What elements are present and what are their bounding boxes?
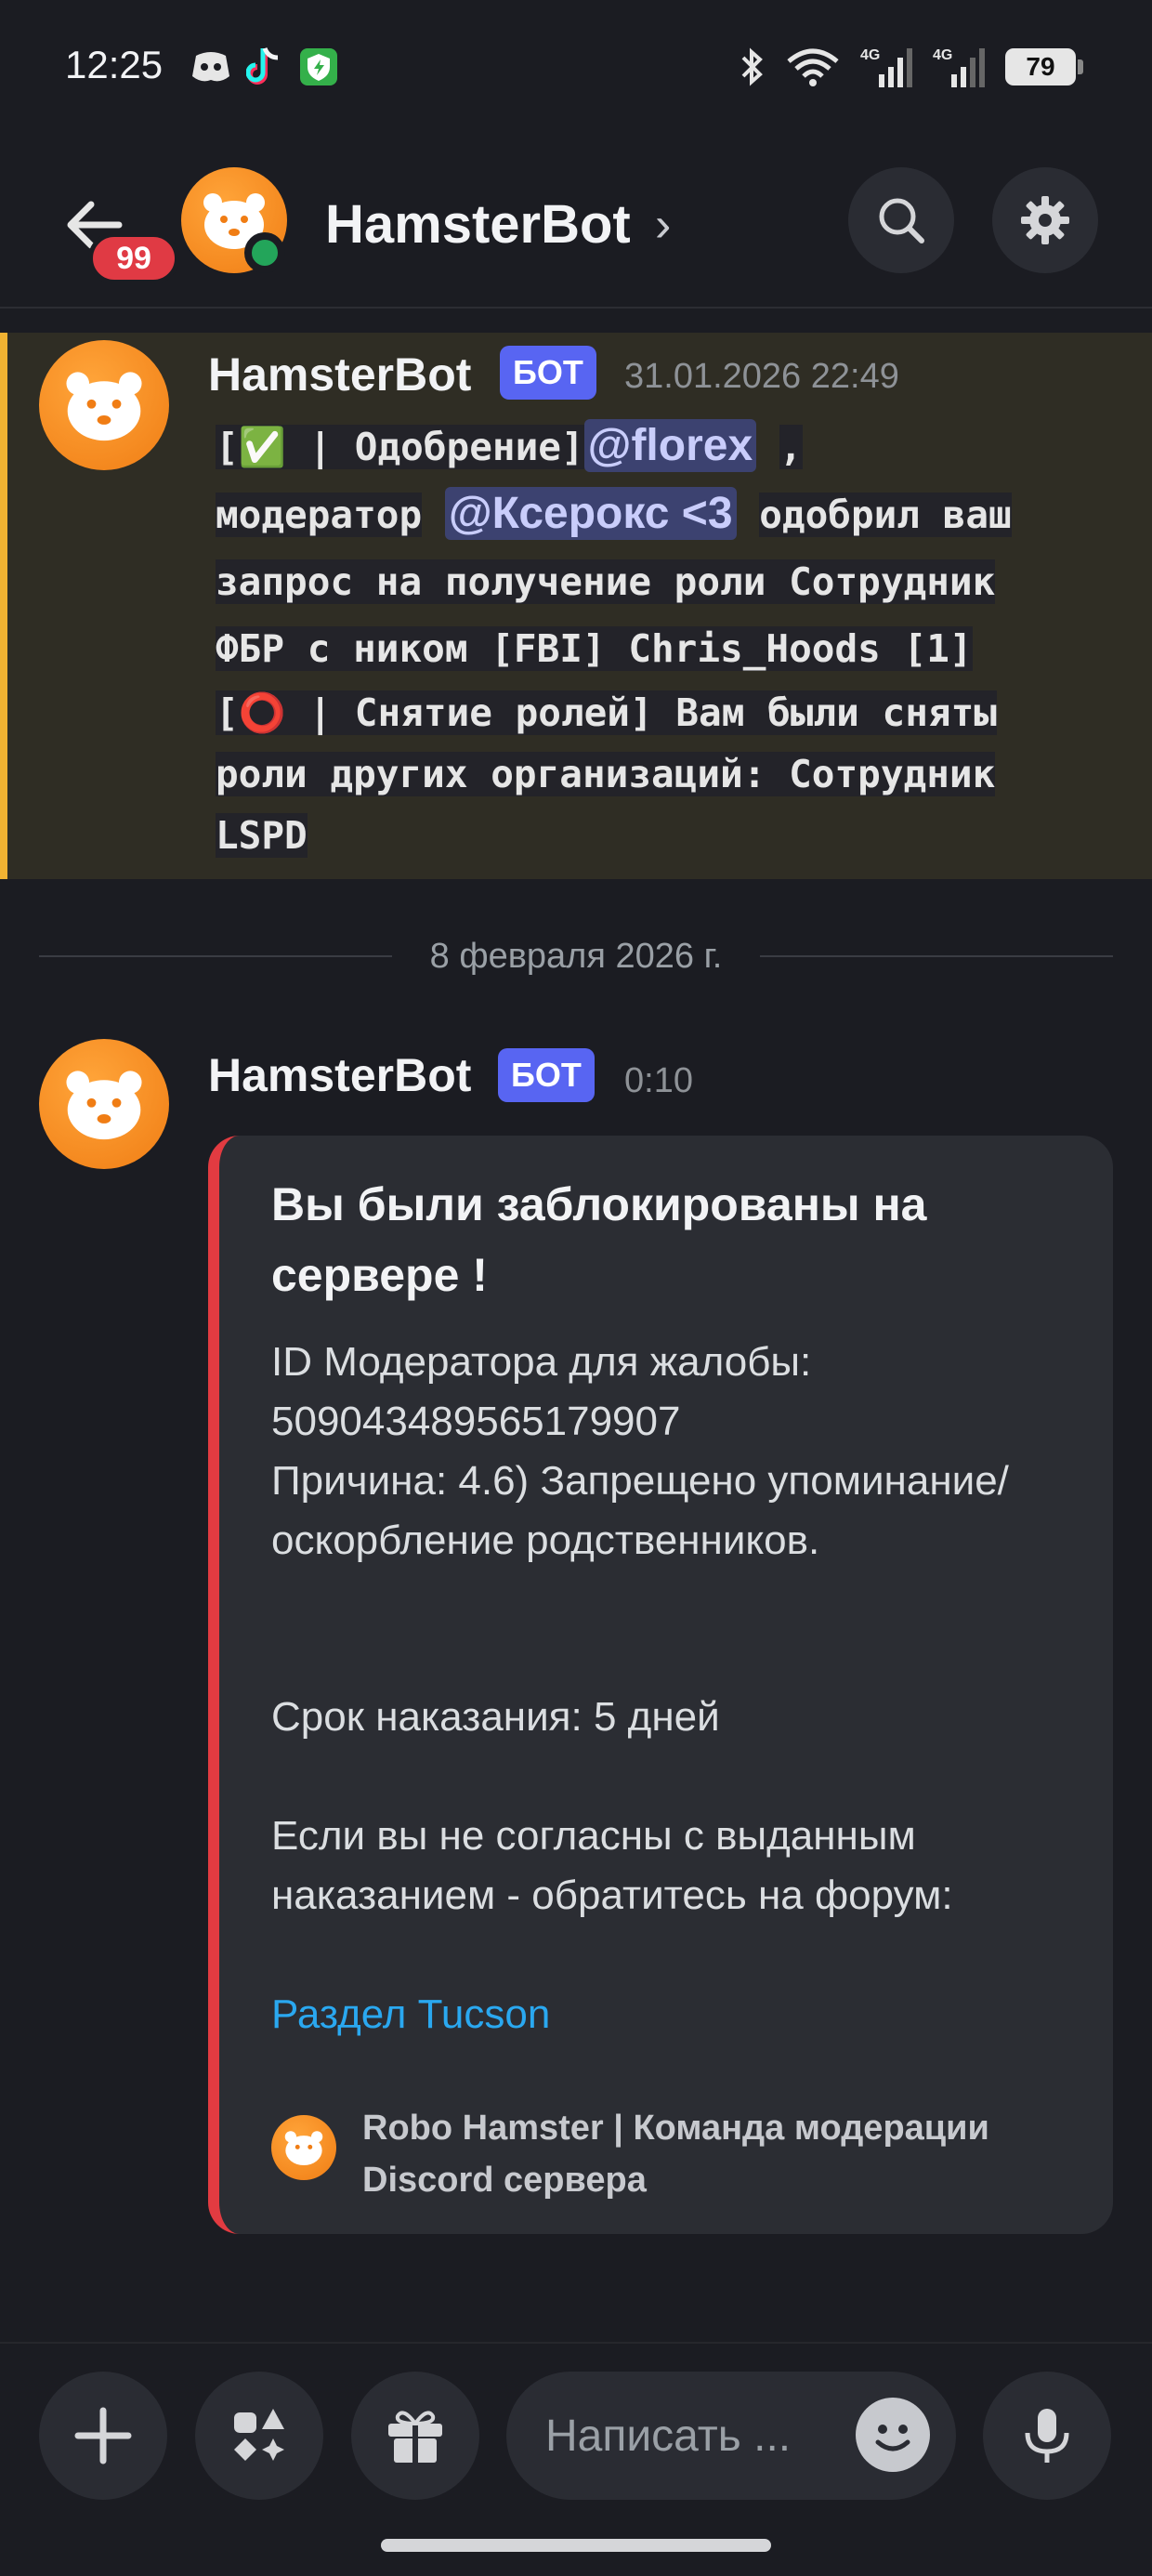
text-line: LSPD <box>216 813 308 858</box>
embed-line: Если вы не согласны с выданным <box>271 1813 916 1859</box>
date-divider: 8 февраля 2026 г. <box>39 929 1113 985</box>
gift-icon <box>388 2411 442 2463</box>
shield-icon <box>300 48 337 85</box>
embed-footer-text: Robo Hamster | Команда модерации Discord… <box>362 2109 989 2200</box>
gear-icon <box>1021 196 1069 244</box>
unread-badge: 99 <box>88 232 179 284</box>
bot-tag: БОТ <box>498 1048 595 1102</box>
embed-line: оскорбление родственников. <box>271 1518 820 1563</box>
embed-line: Причина: 4.6) Запрещено упоминание/ <box>271 1458 1009 1504</box>
microphone-icon <box>1025 2409 1069 2463</box>
emoji-button[interactable] <box>856 2398 930 2472</box>
settings-button[interactable] <box>992 167 1098 273</box>
text-fragment: , <box>779 425 803 469</box>
text-line: запрос на получение роли Сотрудник <box>216 559 996 604</box>
divider-label: 8 февраля 2026 г. <box>39 937 1113 977</box>
text-fragment: одобрил ваш <box>759 493 1012 537</box>
embed-title: Вы были заблокированы на сервере ! <box>271 1178 927 1301</box>
text-line: ФБР с ником [FBI] Chris_Hoods [1] <box>216 626 973 671</box>
message-timestamp: 0:10 <box>624 1061 693 1100</box>
add-attachment-button[interactable] <box>39 2372 167 2500</box>
message-content: [✅ | Одобрение]@florex , модератор @Ксер… <box>216 413 1102 866</box>
message-input-container <box>506 2372 956 2500</box>
message-timestamp: 31.01.2026 22:49 <box>624 357 899 396</box>
search-button[interactable] <box>848 167 954 273</box>
channel-header: 99 HamsterBot › <box>0 139 1152 309</box>
signal-4g-icon: 4G <box>860 47 912 87</box>
message-author[interactable]: HamsterBot <box>208 348 471 401</box>
embed-line <box>271 1925 1089 1985</box>
hamster-icon <box>66 372 142 441</box>
search-icon <box>879 198 924 243</box>
smile-icon <box>875 2425 910 2451</box>
embed-description: ID Модератора для жалобы: 50904348956517… <box>271 1333 1089 2044</box>
home-indicator[interactable] <box>381 2539 771 2552</box>
battery-indicator: 79 <box>1005 48 1083 85</box>
discord-icon <box>192 52 229 82</box>
status-bar: 12:25 4G 4G 79 <box>0 0 1152 139</box>
channel-title[interactable]: HamsterBot <box>325 193 631 256</box>
user-mention[interactable]: @florex <box>583 419 757 472</box>
wifi-icon <box>787 48 839 86</box>
bluetooth-icon <box>741 47 763 86</box>
signal-4g-icon: 4G <box>933 47 985 87</box>
embed-line: наказанием - обратитесь на форум: <box>271 1873 953 1918</box>
embed-line: ID Модератора для жалобы: <box>271 1339 812 1385</box>
text-fragment: модератор <box>216 493 423 537</box>
online-status-dot <box>244 232 285 273</box>
svg-text:4G: 4G <box>933 47 952 63</box>
embed-card: Вы были заблокированы на сервере ! ID Мо… <box>208 1136 1113 2234</box>
apps-icon <box>234 2409 284 2461</box>
plus-icon <box>74 2407 132 2464</box>
bot-tag: БОТ <box>500 346 596 400</box>
tiktok-icon <box>246 46 279 85</box>
embed-line <box>271 1571 1089 1630</box>
approval-label: [✅ | Одобрение] <box>216 425 584 469</box>
message-author[interactable]: HamsterBot <box>208 1048 471 1102</box>
avatar[interactable] <box>39 1039 169 1169</box>
roles-removed-label: [⭕ | Снятие ролей] Вам были сняты <box>216 690 997 735</box>
status-time: 12:25 <box>65 43 164 86</box>
apps-button[interactable] <box>195 2372 323 2500</box>
hamster-icon <box>271 2115 336 2180</box>
voice-message-button[interactable] <box>983 2372 1111 2500</box>
hamster-icon <box>66 1071 142 1140</box>
system-status: 4G 4G 79 <box>738 45 1083 89</box>
message-highlighted[interactable]: HamsterBot БОТ 31.01.2026 22:49 [✅ | Одо… <box>0 333 1152 879</box>
message-input[interactable] <box>545 2403 843 2468</box>
notification-icons <box>190 46 339 87</box>
gift-button[interactable] <box>351 2372 479 2500</box>
embed-line <box>271 1630 1089 1689</box>
divider-date: 8 февраля 2026 г. <box>401 937 751 976</box>
text-line: роли других организаций: Сотрудник <box>216 752 996 796</box>
user-mention[interactable]: @Ксерокс <3 <box>444 487 737 540</box>
svg-text:4G: 4G <box>860 47 880 63</box>
avatar[interactable] <box>39 340 169 470</box>
moderator-id: 509043489565179907 <box>271 1399 681 1444</box>
embed-line <box>271 1747 1089 1807</box>
chevron-right-icon[interactable]: › <box>655 197 671 253</box>
punishment-term: Срок наказания: 5 дней <box>271 1694 720 1740</box>
forum-link[interactable]: Раздел Tucson <box>271 1985 1089 2044</box>
